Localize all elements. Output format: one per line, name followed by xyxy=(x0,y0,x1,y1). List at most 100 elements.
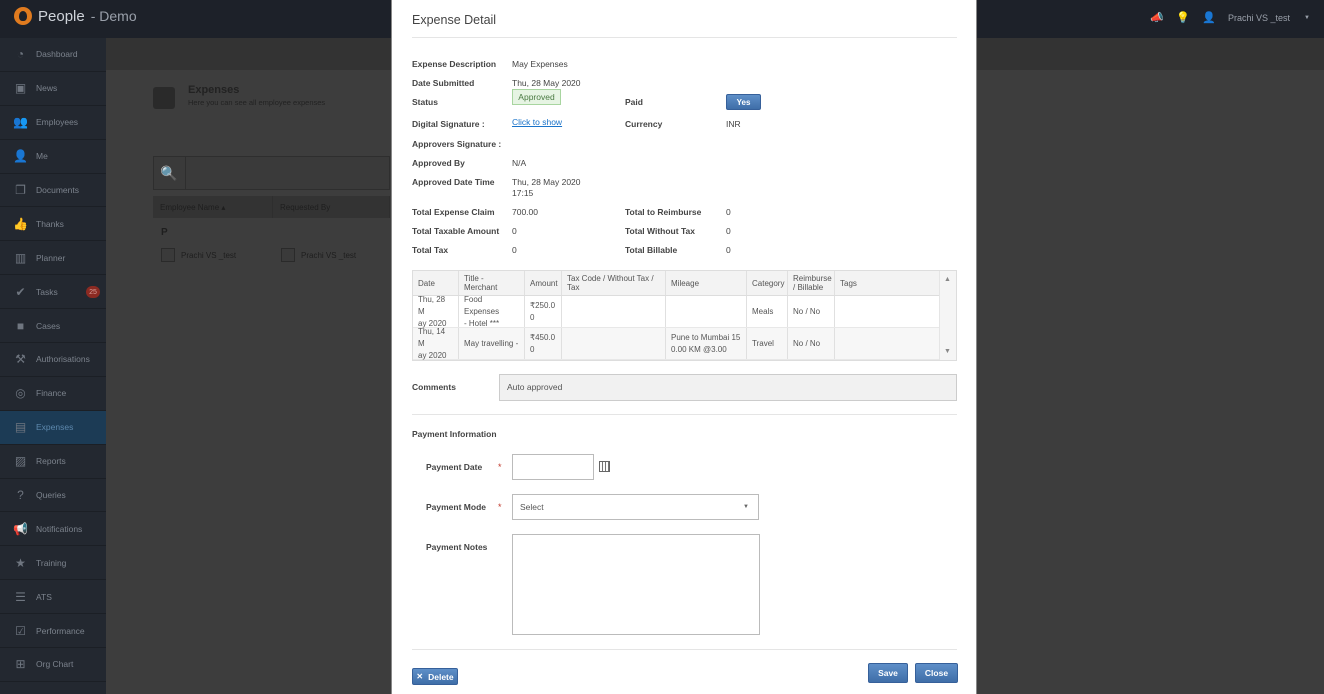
sidebar-item-dashboard[interactable]: ◔ Dashboard xyxy=(0,38,106,72)
documents-icon: ❐ xyxy=(15,183,26,197)
scroll-down-icon[interactable]: ▼ xyxy=(944,348,951,355)
cell-tax-code xyxy=(562,296,666,327)
column-header-employee-name[interactable]: Employee Name ▴ xyxy=(153,196,273,218)
column-header-requested-by[interactable]: Requested By xyxy=(273,196,390,218)
chevron-down-icon: ▼ xyxy=(743,504,749,510)
page-title: Expenses xyxy=(188,84,240,96)
checkbox-icon: ☑ xyxy=(15,623,26,638)
column-header-reimburse-billable[interactable]: Reimburse / Billable xyxy=(788,271,835,295)
sidebar-item-tasks[interactable]: ✔ Tasks 25 xyxy=(0,275,106,310)
sidebar-item-label: Me xyxy=(36,151,48,162)
column-header-tax-code[interactable]: Tax Code / Without Tax / Tax xyxy=(562,271,666,295)
sidebar-item-reports[interactable]: ▨ Reports xyxy=(0,445,106,479)
status-label: Status xyxy=(412,97,438,107)
payment-notes-label: Payment Notes xyxy=(426,542,488,552)
column-header-date[interactable]: Date xyxy=(413,271,459,295)
approved-by-value: N/A xyxy=(512,158,527,168)
wallet-icon xyxy=(153,87,175,109)
cell-tags xyxy=(835,296,940,327)
approved-by-label: Approved By xyxy=(412,158,465,168)
table-cell-requested-by[interactable]: Prachi VS _test xyxy=(281,248,356,262)
cell-title-merchant: Food Expenses - Hotel *** xyxy=(459,295,525,328)
sidebar-item-news[interactable]: ▣ News xyxy=(0,72,106,106)
payment-notes-textarea[interactable] xyxy=(512,534,760,635)
sidebar-item-documents[interactable]: ❐ Documents xyxy=(0,174,106,208)
sidebar-item-label: Documents xyxy=(36,185,79,195)
sidebar-item-performance[interactable]: ☑ Performance xyxy=(0,614,106,649)
column-header-category[interactable]: Category xyxy=(747,271,788,295)
bars-icon: ☰ xyxy=(15,589,26,604)
avatar xyxy=(161,248,175,262)
paid-toggle-button[interactable]: Yes xyxy=(726,94,761,110)
sidebar-item-queries[interactable]: ? Queries xyxy=(0,479,106,513)
dashboard-icon: ◔ xyxy=(16,47,25,62)
chevron-down-icon[interactable]: ▼ xyxy=(1304,15,1310,21)
total-taxable-amount-label: Total Taxable Amount xyxy=(412,226,500,236)
sidebar-item-org-chart[interactable]: ⊞ Org Chart xyxy=(0,648,106,682)
cell-tags xyxy=(835,328,940,359)
sidebar-item-label: Cases xyxy=(36,320,61,331)
app-name: People xyxy=(38,7,85,25)
search-input[interactable] xyxy=(153,156,390,190)
user-icon: 👤 xyxy=(1202,12,1216,24)
sidebar-item-cases[interactable]: ■ Cases xyxy=(0,309,106,344)
close-icon: ✕ xyxy=(416,672,424,681)
payment-mode-select[interactable]: Select ▼ xyxy=(512,494,759,520)
sidebar-item-label: Tasks xyxy=(36,286,58,297)
scroll-up-icon[interactable]: ▲ xyxy=(944,276,951,283)
sidebar: ◔ Dashboard ▣ News 👥 Employees 👤 Me ❐ Documents 👍 T… xyxy=(0,38,106,694)
approved-datetime-value: Thu, 28 May 2020 17:15 xyxy=(512,177,581,198)
sidebar-item-ats[interactable]: ☰ ATS xyxy=(0,580,106,615)
cell-reimburse-billable: No / No xyxy=(788,296,835,327)
calendar-icon[interactable] xyxy=(599,461,610,472)
required-marker: * xyxy=(498,502,502,512)
sidebar-item-label: Org Chart xyxy=(36,659,74,670)
divider xyxy=(412,414,957,415)
approved-datetime-label: Approved Date Time xyxy=(412,177,495,187)
close-button[interactable]: Close xyxy=(915,663,958,683)
sidebar-item-notifications[interactable]: 📢 Notifications xyxy=(0,512,106,547)
check-icon: ✔ xyxy=(15,284,26,299)
app-subtitle: - Demo xyxy=(90,8,137,24)
sidebar-item-finance[interactable]: ◎ Finance xyxy=(0,377,106,411)
column-header-amount[interactable]: Amount xyxy=(525,271,562,295)
column-header-mileage[interactable]: Mileage xyxy=(666,271,747,295)
user-name[interactable]: Prachi VS _test xyxy=(1228,13,1290,23)
sidebar-item-training[interactable]: ★ Training xyxy=(0,546,106,581)
cell-title-merchant: May travelling - xyxy=(459,328,525,359)
sidebar-item-label: Reports xyxy=(36,456,66,467)
sidebar-item-expenses[interactable]: ▤ Expenses xyxy=(0,410,106,445)
people-logo-icon xyxy=(14,7,32,25)
table-row[interactable]: Thu, 28 May 2020 Food Expenses - Hotel **… xyxy=(413,295,940,328)
payment-date-input[interactable] xyxy=(512,454,594,480)
total-without-tax-value: 0 xyxy=(726,226,731,236)
page-subtitle: Here you can see all employee expenses xyxy=(188,98,326,107)
sidebar-item-label: Training xyxy=(36,557,67,568)
table-cell-employee[interactable]: Prachi VS _test xyxy=(161,248,236,262)
table-row[interactable]: Thu, 14 May 2020 May travelling - ₹450.0… xyxy=(413,327,940,360)
sitemap-icon: ⊞ xyxy=(15,657,26,672)
lightbulb-icon[interactable]: 💡 xyxy=(1176,12,1190,24)
briefcase-icon: ■ xyxy=(16,318,25,333)
save-button[interactable]: Save xyxy=(868,663,908,683)
delete-button[interactable]: ✕ Delete xyxy=(412,668,458,685)
table-scrollbar[interactable]: ▲ ▼ xyxy=(939,271,956,360)
sidebar-item-me[interactable]: 👤 Me xyxy=(0,140,106,174)
total-tax-value: 0 xyxy=(512,245,517,255)
comments-field[interactable]: Auto approved xyxy=(499,374,957,401)
comments-label: Comments xyxy=(412,382,456,392)
megaphone-icon[interactable]: 📣 xyxy=(1150,12,1164,24)
divider xyxy=(412,649,957,650)
sidebar-item-employees[interactable]: 👥 Employees xyxy=(0,106,106,140)
brand[interactable]: People - Demo xyxy=(14,7,137,25)
sidebar-item-planner[interactable]: ▥ Planner xyxy=(0,241,106,276)
show-signature-link[interactable]: Click to show xyxy=(512,117,562,127)
search-icon[interactable]: 🔍 xyxy=(153,156,186,190)
sidebar-item-authorisations[interactable]: ⚒ Authorisations xyxy=(0,343,106,377)
column-header-tags[interactable]: Tags xyxy=(835,271,940,295)
column-header-title-merchant[interactable]: Title - Merchant xyxy=(459,271,525,295)
sidebar-item-thanks[interactable]: 👍 Thanks xyxy=(0,207,106,242)
cell-tax-code xyxy=(562,328,666,359)
status-badge: Approved xyxy=(512,89,561,105)
total-tax-label: Total Tax xyxy=(412,245,449,255)
